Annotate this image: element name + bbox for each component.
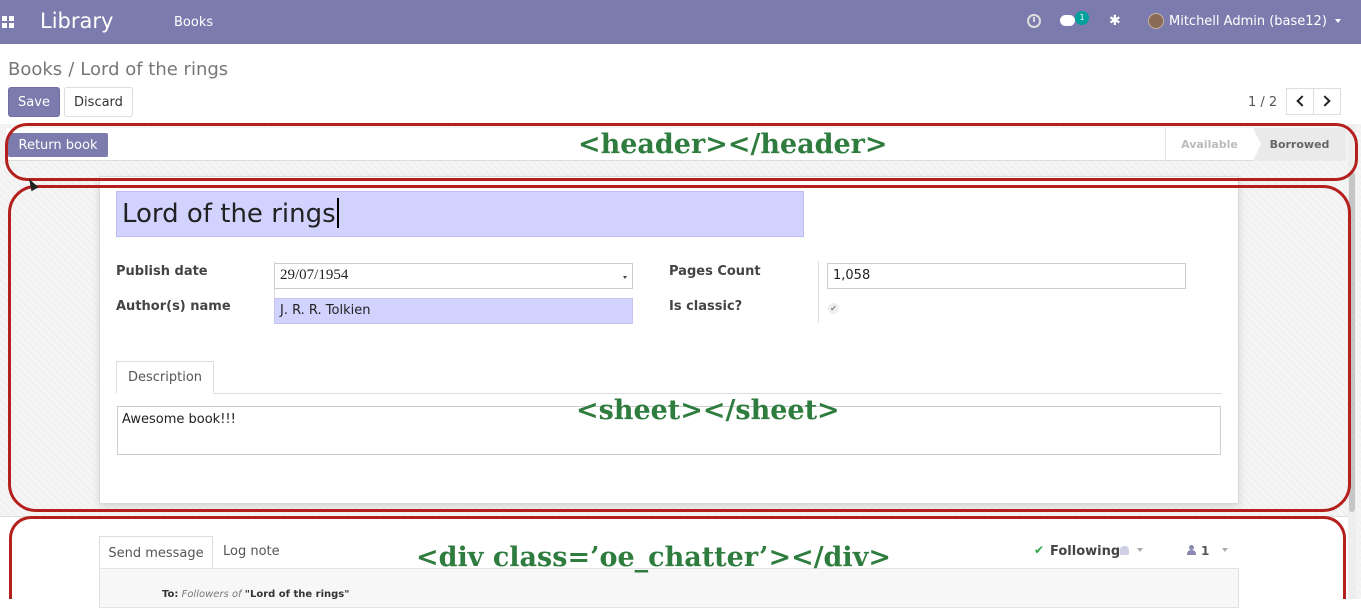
stage-borrowed[interactable]: Borrowed (1253, 128, 1346, 161)
check-icon: ✔ (1034, 543, 1045, 557)
dropdown-caret-icon (623, 276, 627, 279)
breadcrumb-current: Lord of the rings (80, 59, 229, 80)
annotation-sheet-label: <sheet></sheet> (576, 395, 840, 426)
bell-icon[interactable] (1120, 546, 1129, 555)
log-note-tab[interactable]: Log note (223, 544, 280, 559)
publish-date-value: 29/07/1954 (280, 267, 349, 283)
notebook-tabs-line (116, 393, 1222, 394)
to-prefix: To: (162, 589, 179, 600)
message-count-badge: 1 (1075, 11, 1089, 25)
composer-recipients: To: Followers of "Lord of the rings" (162, 589, 349, 600)
breadcrumb-separator: / (68, 59, 75, 80)
tab-description[interactable]: Description (116, 361, 214, 394)
breadcrumb-books[interactable]: Books (8, 59, 62, 80)
pager-next-button[interactable] (1313, 88, 1341, 115)
apps-menu-icon[interactable] (2, 16, 14, 28)
text-cursor (336, 198, 339, 228)
breadcrumb: Books / Lord of the rings (8, 59, 228, 80)
discard-button[interactable]: Discard (64, 87, 133, 117)
description-value: Awesome book!!! (122, 412, 236, 427)
send-message-tab[interactable]: Send message (99, 536, 213, 569)
chevron-down-icon[interactable] (1137, 548, 1143, 552)
app-brand[interactable]: Library (40, 9, 113, 33)
field-divider (818, 261, 819, 323)
activity-clock-icon[interactable] (1027, 14, 1041, 28)
debug-bug-icon[interactable]: ✱ (1109, 13, 1121, 29)
chevron-down-icon[interactable] (1335, 19, 1341, 23)
composer-panel: To: Followers of "Lord of the rings" (99, 568, 1239, 608)
to-record: "Lord of the rings" (244, 589, 350, 600)
publish-date-label: Publish date (116, 264, 208, 279)
book-title-input[interactable]: Lord of the rings (116, 191, 804, 237)
stage-available[interactable]: Available (1165, 128, 1261, 161)
authors-field[interactable]: J. R. R. Tolkien (274, 298, 633, 324)
control-panel: Books / Lord of the rings Save Discard 1 /… (0, 44, 1361, 124)
publish-date-field[interactable]: 29/07/1954 (274, 263, 633, 289)
user-avatar[interactable] (1148, 13, 1164, 29)
user-menu[interactable]: Mitchell Admin (base12) (1169, 14, 1327, 29)
chevron-down-icon[interactable] (1222, 548, 1228, 552)
scrollbar[interactable] (1348, 124, 1356, 599)
save-button[interactable]: Save (8, 87, 60, 117)
book-title-value: Lord of the rings (122, 199, 336, 229)
pager-value[interactable]: 1 / 2 (1248, 95, 1277, 110)
pages-count-label: Pages Count (669, 264, 761, 279)
is-classic-checkbox[interactable]: ✔ (828, 303, 839, 314)
scrollbar-thumb[interactable] (1349, 172, 1355, 512)
authors-label: Author(s) name (116, 299, 231, 314)
to-followers: Followers of (181, 589, 242, 600)
chevron-right-icon (1319, 95, 1331, 107)
chevron-left-icon (1296, 95, 1308, 107)
menu-item-books[interactable]: Books (174, 15, 213, 30)
annotation-chatter-label: <div class=’oe_chatter’></div> (416, 542, 892, 573)
person-icon (1187, 545, 1196, 555)
pages-count-field[interactable]: 1,058 (827, 263, 1186, 289)
following-button[interactable]: Following (1050, 544, 1120, 559)
top-navbar: Library Books 1 ✱ Mitchell Admin (base12… (0, 0, 1361, 44)
return-book-button[interactable]: Return book (8, 133, 108, 157)
is-classic-label: Is classic? (669, 299, 743, 314)
pager-previous-button[interactable] (1286, 88, 1314, 115)
followers-count[interactable]: 1 (1201, 544, 1209, 558)
form-sheet: Lord of the rings Publish date 29/07/195… (99, 176, 1239, 504)
messaging-icon[interactable] (1060, 15, 1075, 26)
authors-value: J. R. R. Tolkien (280, 303, 371, 318)
pages-count-value: 1,058 (833, 268, 871, 283)
annotation-header-label: <header></header> (578, 129, 888, 160)
